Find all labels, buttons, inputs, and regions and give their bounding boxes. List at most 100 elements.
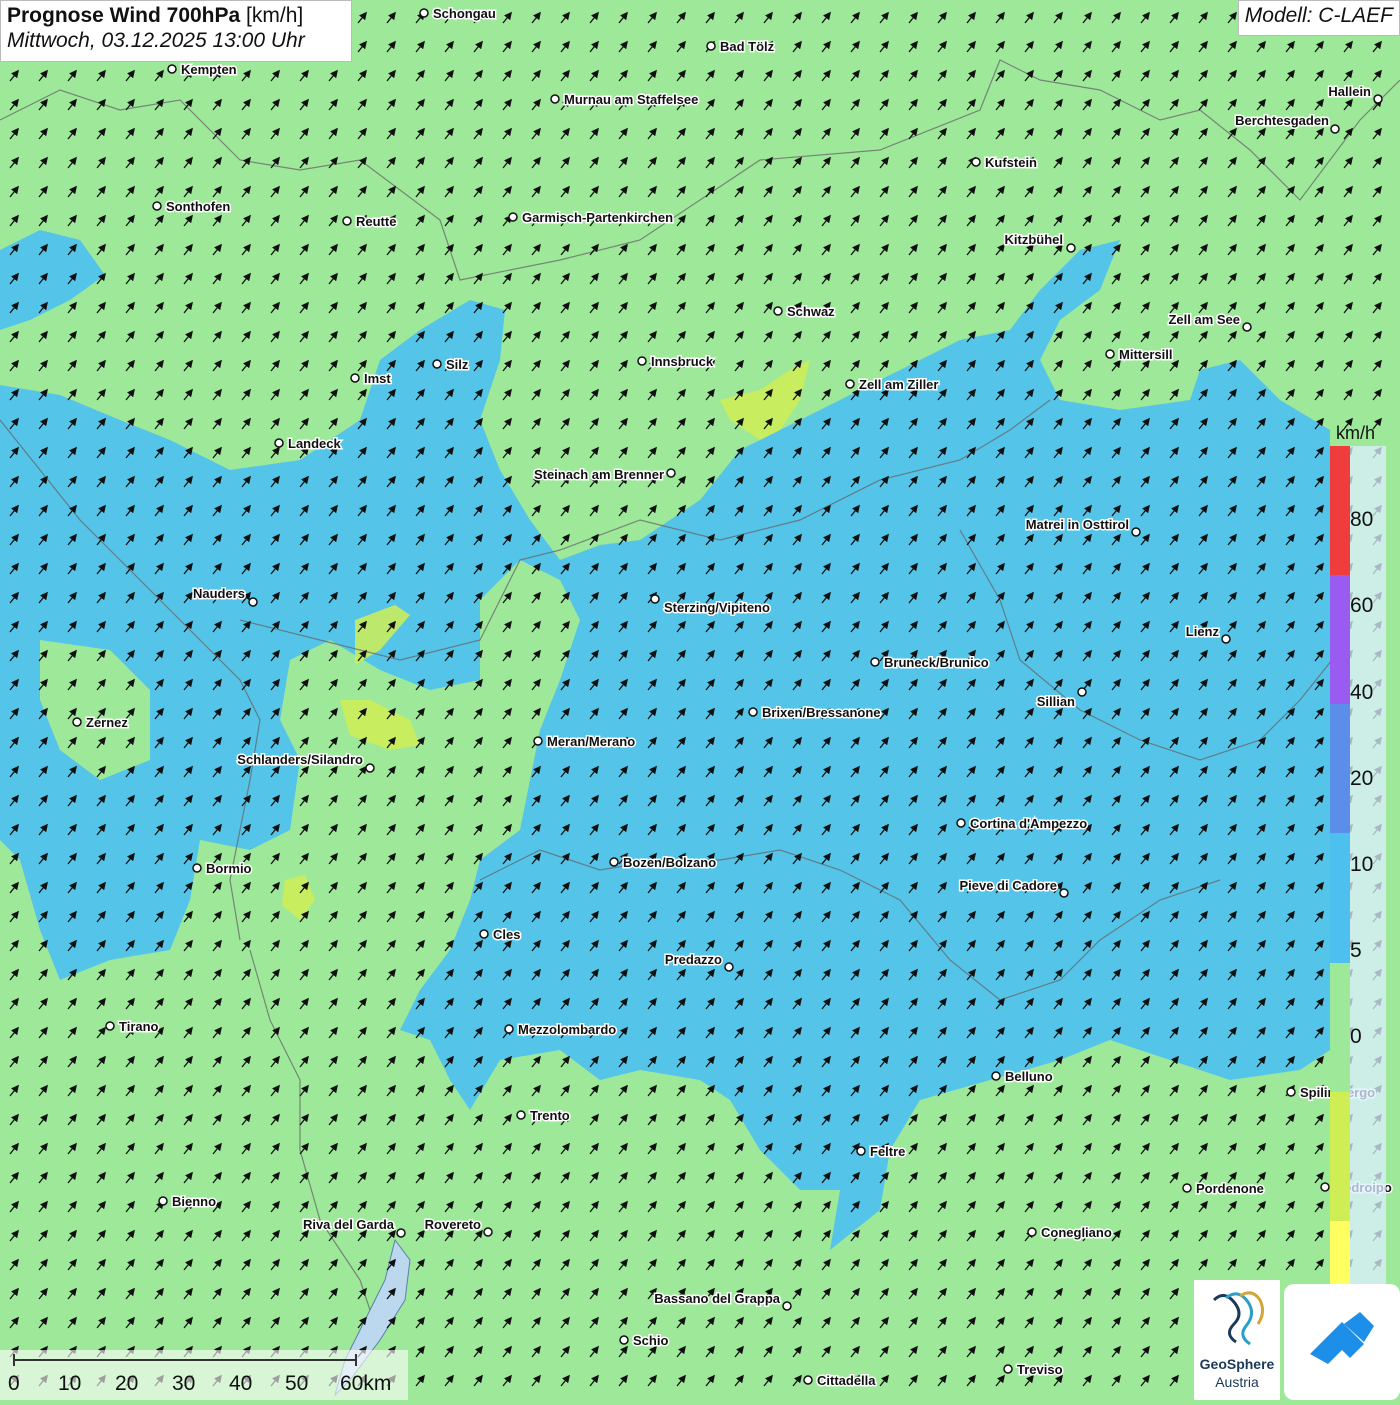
legend-tick-label: 10 bbox=[1350, 853, 1374, 876]
city-dot bbox=[619, 1335, 629, 1345]
city-label: Hallein bbox=[1328, 84, 1371, 99]
legend-tick-label: 60 bbox=[1350, 594, 1374, 617]
geosphere-swirl-icon bbox=[1212, 1291, 1265, 1346]
city-marker[interactable]: Zell am Ziller bbox=[845, 376, 940, 394]
city-label: Zell am See bbox=[1168, 312, 1240, 327]
city-marker[interactable]: Mezzolombardo bbox=[504, 1021, 618, 1039]
legend-segment bbox=[1330, 962, 1350, 1092]
legend-tick-label: 40 bbox=[1350, 681, 1374, 704]
city-marker[interactable]: Conegliano bbox=[1027, 1224, 1113, 1242]
city-label: Innsbruck bbox=[651, 354, 714, 369]
city-dot bbox=[550, 94, 560, 104]
city-dot bbox=[782, 1301, 792, 1311]
city-dot bbox=[856, 1146, 866, 1156]
city-dot bbox=[609, 857, 619, 867]
scale-label: 10 bbox=[58, 1372, 82, 1395]
city-dot bbox=[479, 929, 489, 939]
city-dot bbox=[1131, 527, 1141, 537]
scale-label: 50 bbox=[285, 1372, 309, 1395]
city-dot bbox=[773, 306, 783, 316]
title-main: Prognose Wind 700hPa bbox=[7, 4, 241, 27]
city-label: Schlanders/Silandro bbox=[237, 752, 363, 767]
city-marker[interactable]: Bozen/Bolzano bbox=[609, 854, 718, 872]
city-dot bbox=[666, 468, 676, 478]
city-label: Sonthofen bbox=[166, 199, 230, 214]
city-dot bbox=[1003, 1364, 1013, 1374]
city-label: Sterzing/Vipiteno bbox=[664, 600, 770, 615]
city-dot bbox=[1182, 1183, 1192, 1193]
geosphere-logo[interactable]: GeoSphere Austria bbox=[1194, 1280, 1280, 1400]
legend-tick-label: 0 bbox=[1350, 1025, 1362, 1048]
city-marker[interactable]: Bruneck/Brunico bbox=[870, 654, 990, 672]
city-label: Mittersill bbox=[1119, 347, 1172, 362]
city-marker[interactable]: Cortina d'Ampezzo bbox=[956, 815, 1089, 833]
city-label: Silz bbox=[446, 357, 469, 372]
city-label: Berchtesgaden bbox=[1235, 113, 1329, 128]
city-dot bbox=[1373, 94, 1383, 104]
city-label: Bormio bbox=[206, 861, 252, 876]
city-dot bbox=[342, 216, 352, 226]
city-marker[interactable]: Brixen/Bressanone bbox=[748, 704, 882, 722]
city-label: Reutte bbox=[356, 214, 396, 229]
weather-app-logo[interactable] bbox=[1284, 1284, 1400, 1400]
scale-label: 60km bbox=[340, 1372, 392, 1395]
city-dot bbox=[650, 594, 660, 604]
legend-segment bbox=[1330, 575, 1350, 705]
legend-tick-label: 20 bbox=[1350, 767, 1374, 790]
city-dot bbox=[1221, 634, 1231, 644]
legend-segment bbox=[1330, 704, 1350, 834]
city-dot bbox=[991, 1071, 1001, 1081]
city-label: Kufstein bbox=[985, 155, 1037, 170]
wind-map[interactable]: Schongau Bad Tölz Kempten Murnau am Staffel… bbox=[0, 0, 1400, 1400]
city-dot bbox=[483, 1227, 493, 1237]
city-label: Murnau am Staffelsee bbox=[564, 92, 698, 107]
scale-label: 0 bbox=[8, 1372, 20, 1395]
city-dot bbox=[1027, 1227, 1037, 1237]
city-dot bbox=[1066, 243, 1076, 253]
city-label: Schongau bbox=[433, 6, 496, 21]
city-dot bbox=[508, 212, 518, 222]
city-label: Conegliano bbox=[1041, 1225, 1112, 1240]
city-label: Predazzo bbox=[665, 952, 722, 967]
geosphere-name: GeoSphere bbox=[1199, 1356, 1275, 1372]
title-box: Prognose Wind 700hPa [km/h] Mittwoch, 03… bbox=[0, 0, 352, 62]
city-label: Kitzbühel bbox=[1005, 232, 1064, 247]
city-dot bbox=[748, 707, 758, 717]
city-label: Landeck bbox=[288, 436, 342, 451]
city-label: Tirano bbox=[119, 1019, 159, 1034]
city-label: Riva del Garda bbox=[303, 1217, 395, 1232]
city-label: Rovereto bbox=[425, 1217, 481, 1232]
city-dot bbox=[158, 1196, 168, 1206]
geosphere-sub: Austria bbox=[1215, 1374, 1259, 1390]
scale-label: 30 bbox=[172, 1372, 196, 1395]
scale-label: 40 bbox=[229, 1372, 253, 1395]
city-dot bbox=[870, 657, 880, 667]
city-label: Garmisch-Partenkirchen bbox=[522, 210, 673, 225]
city-label: Matrei in Osttirol bbox=[1026, 517, 1129, 532]
city-label: Nauders bbox=[193, 586, 245, 601]
legend-tick-label: 5 bbox=[1350, 939, 1362, 962]
city-marker[interactable]: Garmisch-Partenkirchen bbox=[508, 209, 675, 227]
city-dot bbox=[1330, 124, 1340, 134]
city-marker[interactable]: Murnau am Staffelsee bbox=[550, 91, 700, 109]
city-label: Bienno bbox=[172, 1194, 216, 1209]
city-label: Cittadella bbox=[817, 1373, 876, 1388]
city-label: Feltre bbox=[870, 1144, 905, 1159]
city-dot bbox=[504, 1024, 514, 1034]
city-marker[interactable]: Pordenone bbox=[1182, 1180, 1265, 1198]
city-label: Mezzolombardo bbox=[518, 1022, 616, 1037]
city-label: Zell am Ziller bbox=[859, 377, 938, 392]
city-marker[interactable]: Steinach am Brenner bbox=[532, 466, 676, 484]
city-dot bbox=[419, 8, 429, 18]
city-dot bbox=[1320, 1182, 1330, 1192]
city-label: Bruneck/Brunico bbox=[884, 655, 989, 670]
city-marker[interactable]: Meran/Merano bbox=[533, 733, 637, 751]
city-dot bbox=[1286, 1087, 1296, 1097]
city-dot bbox=[432, 359, 442, 369]
city-label: Pordenone bbox=[1196, 1181, 1264, 1196]
city-dot bbox=[706, 41, 716, 51]
model-label: Modell: C-LAEF bbox=[1237, 0, 1400, 36]
forecast-datetime: Mittwoch, 03.12.2025 13:00 Uhr bbox=[7, 29, 305, 52]
city-label: Belluno bbox=[1005, 1069, 1053, 1084]
legend-segment bbox=[1330, 833, 1350, 963]
